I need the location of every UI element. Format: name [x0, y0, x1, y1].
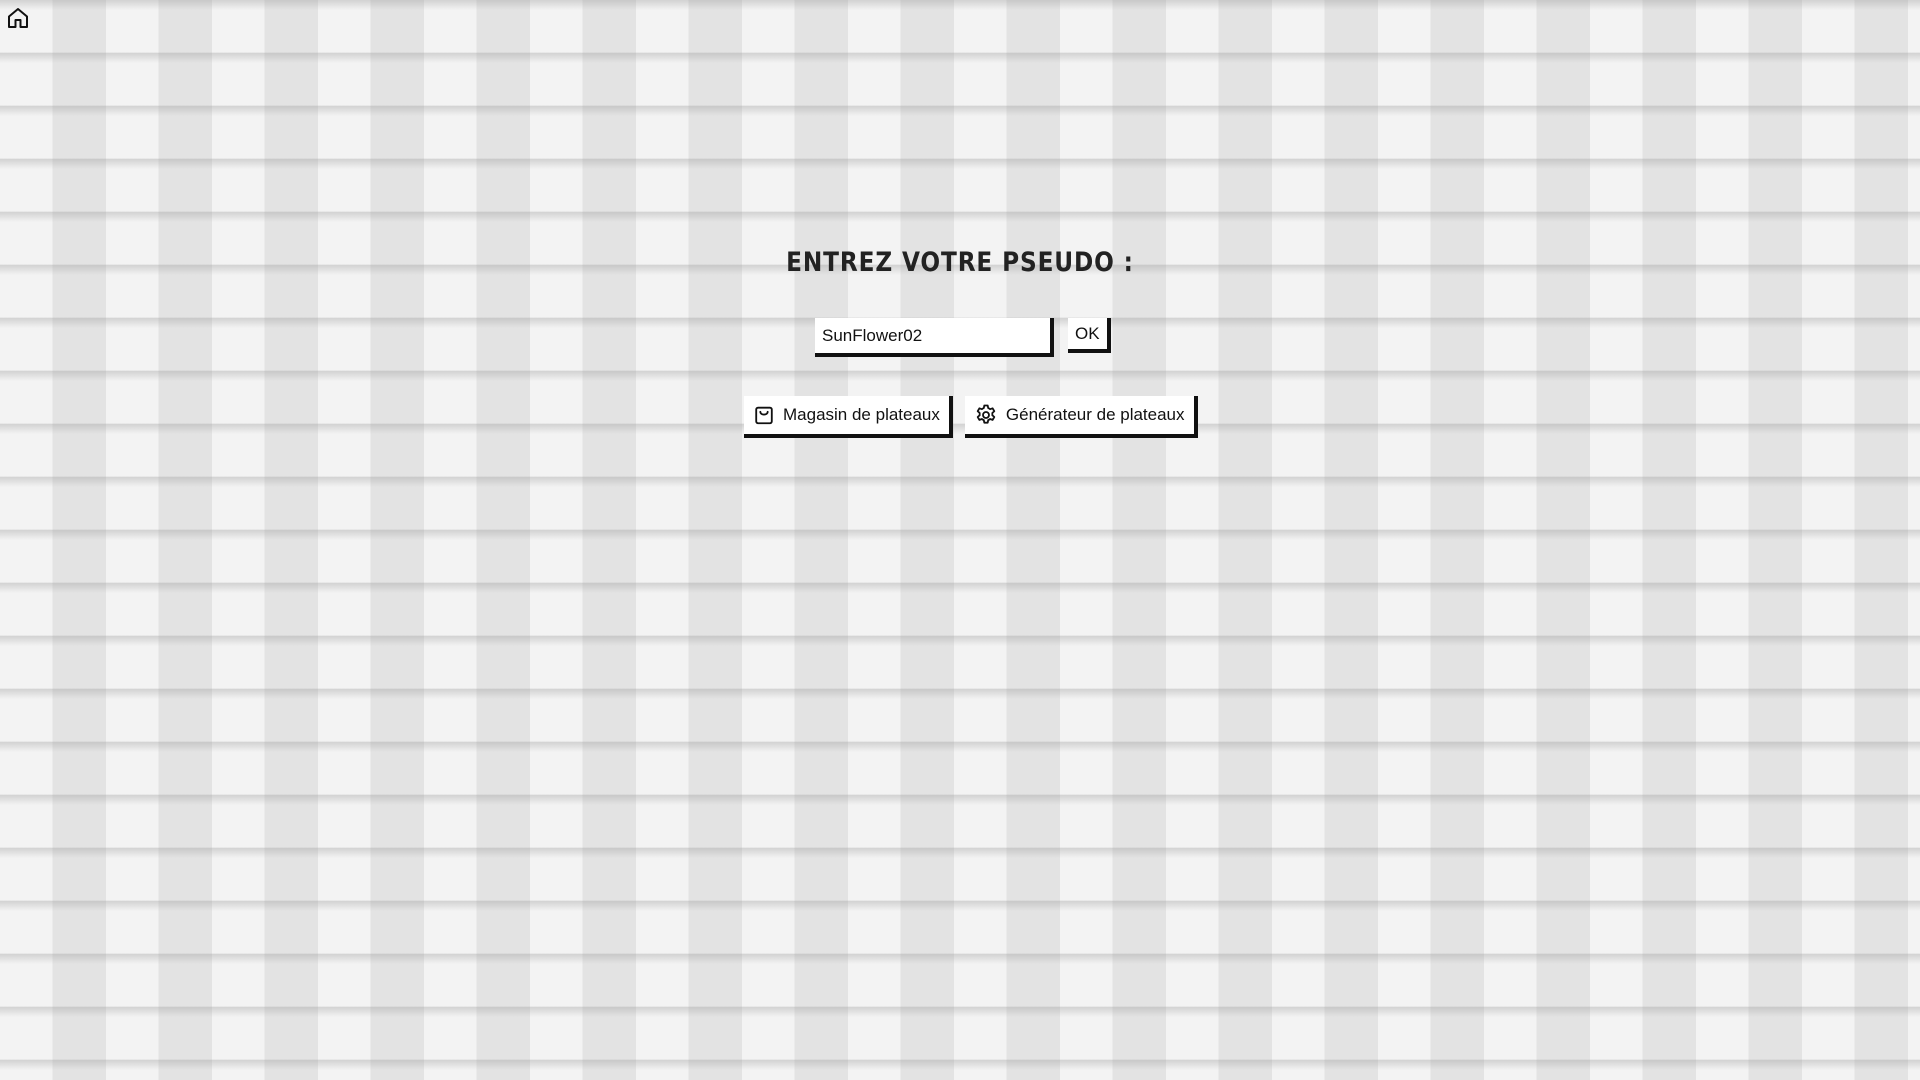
home-button[interactable] [6, 6, 30, 34]
generator-button[interactable]: Générateur de plateaux [964, 396, 1198, 438]
page-title: ENTREZ VOTRE PSEUDO : [786, 247, 1134, 278]
pseudo-form: OK [815, 318, 1111, 357]
shop-button-label: Magasin de plateaux [783, 405, 940, 424]
ok-button[interactable]: OK [1068, 318, 1111, 353]
shopping-bag-icon [753, 404, 775, 426]
pseudo-input[interactable] [815, 318, 1054, 357]
home-icon [6, 6, 30, 35]
generator-button-label: Générateur de plateaux [1005, 405, 1185, 424]
shop-button[interactable]: Magasin de plateaux [744, 396, 953, 438]
action-buttons: Magasin de plateaux Générateur de platea… [744, 396, 1198, 438]
gear-icon [974, 403, 998, 427]
